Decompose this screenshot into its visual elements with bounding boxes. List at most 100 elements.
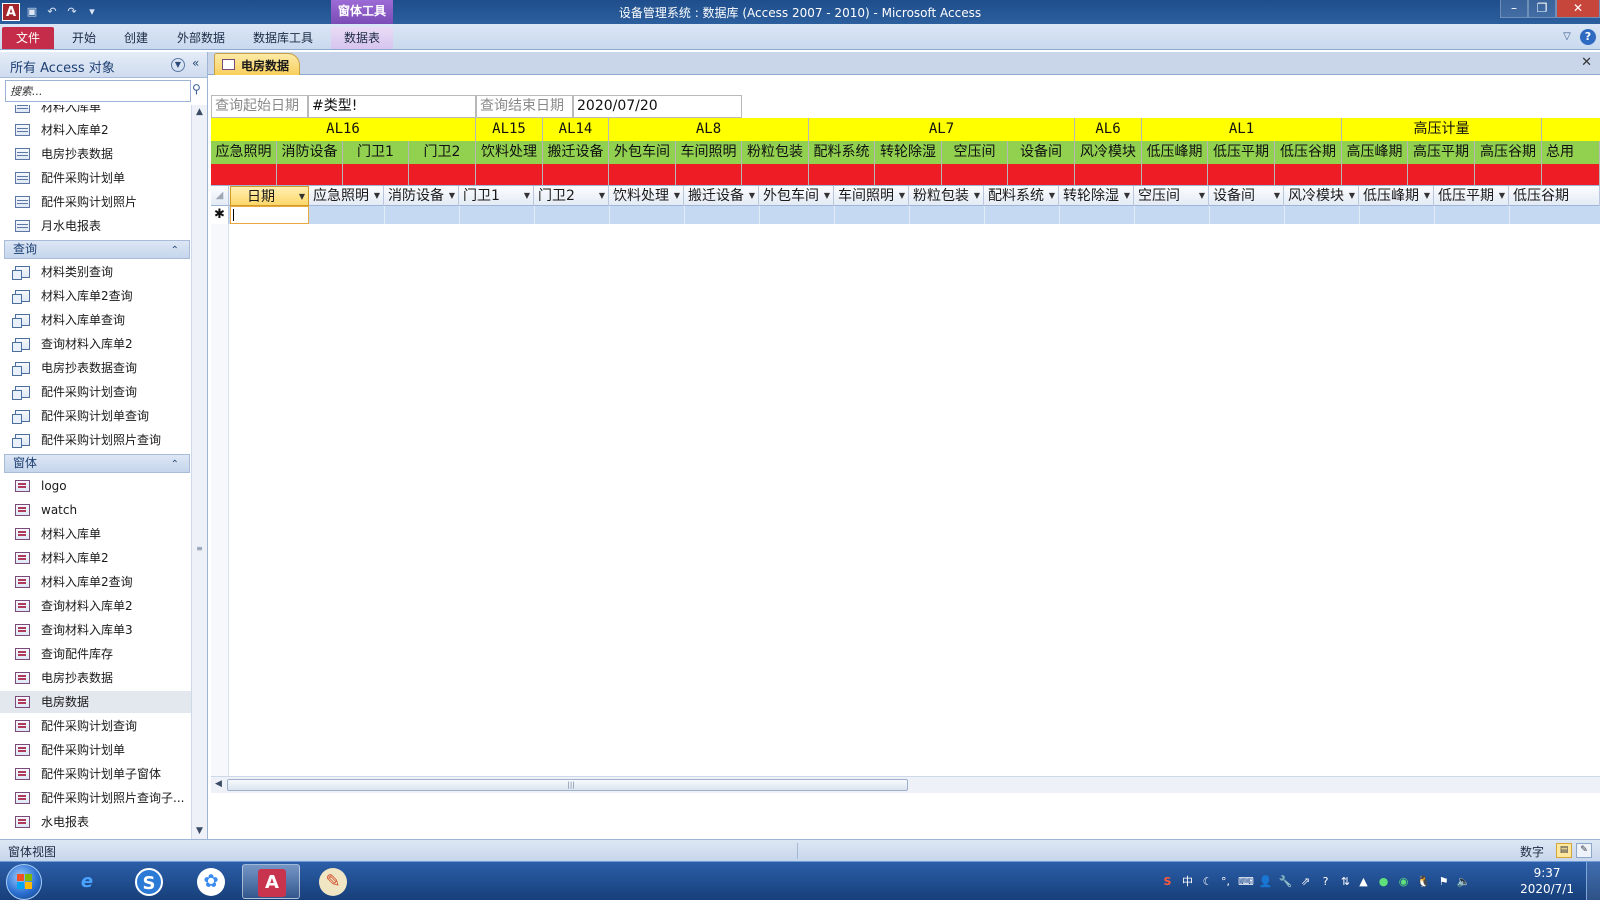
show-hidden-icons-icon[interactable]: ▲ [1356,874,1371,889]
dropdown-arrow-icon[interactable]: ▼ [299,187,305,205]
nav-item-query[interactable]: 配件采购计划照片查询 [0,429,191,451]
tab-create[interactable]: 创建 [114,27,158,49]
nav-item-form[interactable]: 配件采购计划查询 [0,715,191,737]
nav-item-table[interactable]: 配件采购计划照片 [0,191,191,213]
share-icon[interactable]: ⇗ [1298,874,1313,889]
nav-item-form[interactable]: 配件采购计划单子窗体 [0,763,191,785]
dropdown-arrow-icon[interactable]: ▼ [749,186,755,206]
dropdown-arrow-icon[interactable]: ▼ [599,186,605,206]
nav-pane-header[interactable]: 所有 Access 对象 ▼ « [0,52,207,78]
dropdown-arrow-icon[interactable]: ▼ [1424,186,1430,206]
tab-database-tools[interactable]: 数据库工具 [244,27,322,49]
tools-icon[interactable]: 🔧 [1278,874,1293,889]
help-icon[interactable]: ? [1580,29,1596,45]
scroll-up-icon[interactable]: ▲ [193,106,206,119]
start-button[interactable] [6,864,42,900]
wechat-icon[interactable]: ● [1376,874,1391,889]
nav-item-form[interactable]: logo [0,475,191,497]
chevron-up-icon[interactable]: ⌃ [171,242,179,259]
tab-external-data[interactable]: 外部数据 [168,27,234,49]
minimize-button[interactable]: – [1500,0,1528,18]
column-header[interactable]: 门卫2 ▼ [534,186,609,206]
scroll-left-icon[interactable]: ◀ [215,779,222,789]
scroll-down-icon[interactable]: ▼ [193,825,206,838]
search-icon[interactable]: ⚲ [192,83,204,95]
tab-home[interactable]: 开始 [62,27,106,49]
dropdown-arrow-icon[interactable]: ▼ [974,186,980,206]
nav-group-queries[interactable]: 查询 ⌃ [4,240,190,259]
column-header[interactable]: 设备间 ▼ [1209,186,1284,206]
minimize-ribbon-icon[interactable]: ▽ [1560,30,1574,44]
nav-item-form[interactable]: watch [0,499,191,521]
help-circle-icon[interactable]: ? [1318,874,1333,889]
select-all-corner[interactable]: ◢ [211,186,229,206]
dropdown-arrow-icon[interactable]: ▼ [1199,186,1205,206]
column-header[interactable]: 饮料处理 ▼ [609,186,684,206]
keyboard-icon[interactable]: ⌨ [1238,874,1254,889]
nav-item-form-selected[interactable]: 电房数据 [0,691,191,713]
dropdown-arrow-icon[interactable]: ▼ [674,186,680,206]
taskbar-ie[interactable]: e [58,864,116,899]
column-header[interactable]: 外包车间 ▼ [759,186,834,206]
dropdown-arrow-icon[interactable]: ▼ [899,186,905,206]
qq-icon[interactable]: 🐧 [1416,874,1431,889]
dropdown-arrow-icon[interactable]: ▼ [1499,186,1505,206]
close-button[interactable]: ✕ [1556,0,1600,18]
dropdown-arrow-icon[interactable]: ▼ [824,186,830,206]
dropdown-arrow-icon[interactable]: ▼ [1124,186,1130,206]
tab-datasheet[interactable]: 数据表 [331,27,393,49]
close-document-icon[interactable]: ✕ [1581,55,1592,70]
column-header[interactable]: 低压峰期 ▼ [1359,186,1434,206]
tab-file[interactable]: 文件 [2,27,54,49]
dropdown-arrow-icon[interactable]: ▼ [449,186,455,206]
new-record-row[interactable]: ✱ [211,206,1600,224]
design-view-icon[interactable]: ✎ [1576,843,1592,858]
chevron-down-icon[interactable]: ▼ [171,58,185,72]
column-header[interactable]: 粉粒包装 ▼ [909,186,984,206]
query-end-date-input[interactable]: 2020/07/20 [573,95,742,118]
nav-item-form[interactable]: 水电报表 [0,811,191,833]
user-icon[interactable]: 👤 [1258,874,1273,889]
new-record-marker[interactable]: ✱ [211,206,229,224]
taskbar-sogou[interactable]: S [120,864,178,899]
action-center-icon[interactable]: ⚑ [1436,874,1451,889]
query-start-date-input[interactable]: #类型! [308,95,476,118]
nav-item-form[interactable]: 配件采购计划照片查询子... [0,787,191,809]
nav-item-form[interactable]: 查询配件库存 [0,643,191,665]
dropdown-arrow-icon[interactable]: ▼ [374,186,380,206]
column-header[interactable]: 应急照明 ▼ [309,186,384,206]
nav-item-table[interactable]: 电房抄表数据 [0,143,191,165]
chevron-up-icon[interactable]: ⌃ [171,456,179,473]
nav-item-form[interactable]: 材料入库单 [0,523,191,545]
column-header[interactable]: 配料系统 ▼ [984,186,1059,206]
nav-item-table[interactable]: 材料入库单 [0,105,191,118]
nav-item-table[interactable]: 配件采购计划单 [0,167,191,189]
taskbar-clock[interactable]: 9:37 2020/7/1 [1520,865,1574,897]
nav-item-form[interactable]: 查询材料入库单3 [0,619,191,641]
nav-item-query[interactable]: 材料入库单2查询 [0,285,191,307]
maximize-button[interactable]: ❐ [1528,0,1556,18]
dropdown-arrow-icon[interactable]: ▼ [1274,186,1280,206]
horizontal-scroll-thumb[interactable]: ||| [227,779,908,791]
nav-item-table[interactable]: 月水电报表 [0,215,191,237]
column-header-date[interactable]: 日期 ▼ [230,186,309,206]
dropdown-arrow-icon[interactable]: ▼ [524,186,530,206]
collapse-pane-icon[interactable]: « [192,56,199,70]
column-header[interactable]: 搬迁设备 ▼ [684,186,759,206]
sogou-ime-icon[interactable]: S [1160,874,1175,889]
chat-bubble-icon[interactable]: ◉ [1396,874,1411,889]
horizontal-scrollbar[interactable]: ◀ ||| [211,776,1600,793]
half-width-icon[interactable]: ☾ [1200,874,1215,889]
column-header[interactable]: 空压间 ▼ [1134,186,1209,206]
nav-item-form[interactable]: 材料入库单2 [0,547,191,569]
nav-item-query[interactable]: 配件采购计划查询 [0,381,191,403]
nav-item-query[interactable]: 查询材料入库单2 [0,333,191,355]
nav-search-input[interactable] [6,81,190,101]
nav-item-form[interactable]: 配件采购计划单 [0,739,191,761]
nav-item-form[interactable]: 查询材料入库单2 [0,595,191,617]
ime-mode-indicator[interactable]: 中 [1180,874,1195,889]
show-desktop-button[interactable] [1586,862,1600,900]
nav-item-form[interactable]: 电房抄表数据 [0,667,191,689]
nav-item-query[interactable]: 配件采购计划单查询 [0,405,191,427]
nav-item-query[interactable]: 电房抄表数据查询 [0,357,191,379]
